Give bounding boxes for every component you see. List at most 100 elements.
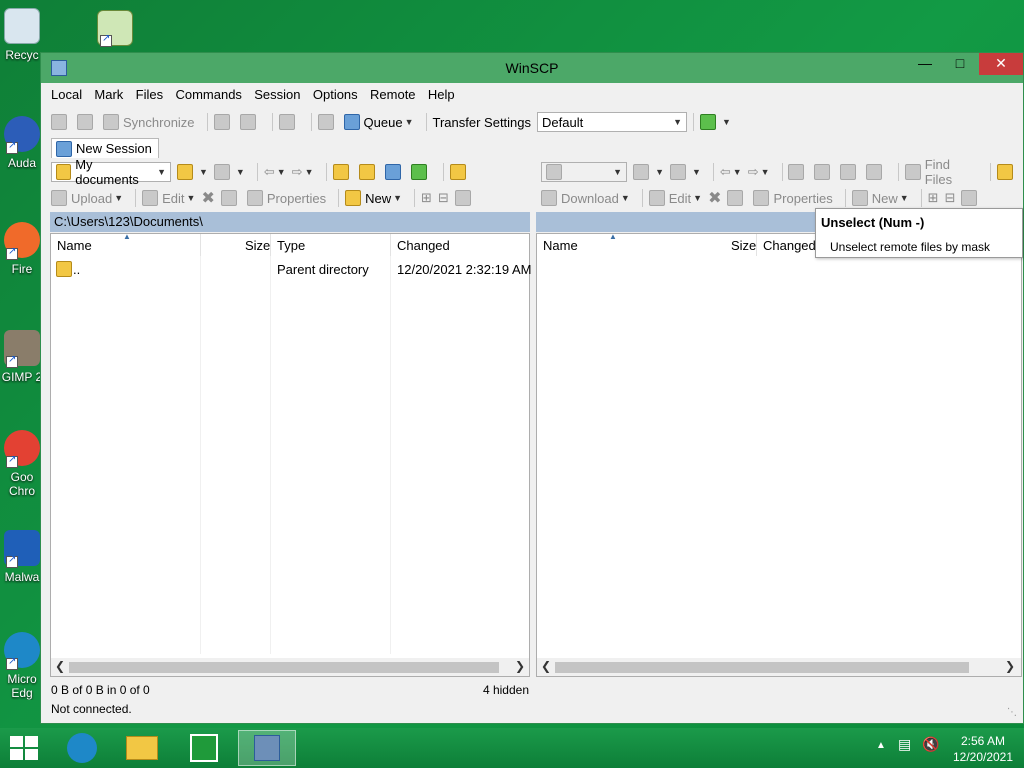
desktop-icon-malwarebytes[interactable]: Malwa xyxy=(0,530,44,584)
taskbar-winscp[interactable] xyxy=(238,730,296,766)
remote-tree-button[interactable] xyxy=(997,164,1017,180)
back-button[interactable]: ⇦ ▼ xyxy=(264,164,286,180)
refresh-button[interactable] xyxy=(410,164,431,180)
remote-col-size[interactable]: Size xyxy=(731,238,756,253)
menu-session[interactable]: Session xyxy=(254,87,300,102)
properties-button[interactable]: Properties xyxy=(246,190,326,206)
minimize-button[interactable]: — xyxy=(907,53,943,75)
scroll-left-icon[interactable]: ❮ xyxy=(55,659,65,673)
scroll-right-icon[interactable]: ❯ xyxy=(515,659,525,673)
remote-location-dropdown[interactable]: ▼ xyxy=(541,162,628,182)
hidden-count[interactable]: 4 hidden xyxy=(483,683,529,697)
transfer-settings-dropdown[interactable]: Default ▼ xyxy=(537,112,688,132)
taskbar-store[interactable] xyxy=(180,730,228,766)
queue-button[interactable]: Queue ▼ xyxy=(343,114,414,130)
parent-directory-button[interactable] xyxy=(332,164,353,180)
taskbar-file-explorer[interactable] xyxy=(118,730,166,766)
remote-col-name[interactable]: Name xyxy=(543,238,578,253)
menu-help[interactable]: Help xyxy=(428,87,455,102)
delete-button[interactable]: ✖ xyxy=(201,188,214,208)
scrollbar-thumb[interactable] xyxy=(69,662,499,673)
taskbar-edge[interactable] xyxy=(58,730,106,766)
close-button[interactable]: ✕ xyxy=(979,53,1023,75)
start-button[interactable] xyxy=(10,736,40,760)
menu-files[interactable]: Files xyxy=(136,87,163,102)
desktop-icon-firefox[interactable]: Fire xyxy=(0,222,44,276)
desktop-icon-chrome[interactable]: Goo Chro xyxy=(0,430,44,498)
remote-properties-button[interactable]: Properties xyxy=(753,190,833,206)
desktop-icon-notepad-plus[interactable] xyxy=(92,10,138,50)
maximize-button[interactable]: □ xyxy=(942,53,978,75)
tab-new-session[interactable]: New Session xyxy=(51,138,159,158)
scroll-left-icon[interactable]: ❮ xyxy=(541,659,551,673)
desktop-icon-recycle-bin[interactable]: Recyc xyxy=(0,8,44,62)
rename-button[interactable] xyxy=(220,190,241,206)
remote-file-panel[interactable]: Name ▲ Size Changed ❮ ❯ xyxy=(536,232,1022,677)
download-button[interactable]: Download ▼ xyxy=(541,190,630,206)
synchronize-button[interactable]: Synchronize xyxy=(103,114,195,130)
remote-forward-button[interactable]: ⇨ ▼ xyxy=(748,164,770,180)
remote-root-directory-button[interactable] xyxy=(814,164,834,180)
menu-options[interactable]: Options xyxy=(313,87,358,102)
desktop-icon-audacity[interactable]: Auda xyxy=(0,116,44,170)
remote-home-directory-button[interactable] xyxy=(840,164,860,180)
putty-button[interactable] xyxy=(239,114,260,130)
local-col-size[interactable]: Size xyxy=(245,238,270,253)
desktop-icon-gimp[interactable]: GIMP 2 xyxy=(0,330,44,384)
remote-filter-files-button[interactable] xyxy=(961,190,981,206)
edit-button[interactable]: Edit ▼ xyxy=(142,190,195,206)
remote-col-changed[interactable]: Changed xyxy=(763,238,816,253)
system-clock[interactable]: 2:56 AM 12/20/2021 xyxy=(948,733,1018,765)
remote-rename-button[interactable] xyxy=(727,190,747,206)
table-row[interactable]: .. Parent directory 12/20/2021 2:32:19 A… xyxy=(51,259,531,279)
remote-open-directory-button[interactable]: ▼ xyxy=(633,164,664,180)
remote-parent-directory-button[interactable] xyxy=(788,164,808,180)
select-files-button[interactable]: ⊞ xyxy=(421,190,432,206)
home-directory-button[interactable] xyxy=(384,164,405,180)
title-bar[interactable]: WinSCP — □ ✕ xyxy=(41,53,1023,83)
menu-local[interactable]: Local xyxy=(51,87,82,102)
remote-back-button[interactable]: ⇦ ▼ xyxy=(720,164,742,180)
desktop-icon-edge[interactable]: Micro Edg xyxy=(0,632,44,700)
local-horizontal-scrollbar[interactable]: ❮ ❯ xyxy=(51,658,529,676)
remote-select-files-button[interactable]: ⊞ xyxy=(928,190,939,206)
remote-refresh-button[interactable] xyxy=(866,164,886,180)
scrollbar-thumb[interactable] xyxy=(555,662,969,673)
local-file-panel[interactable]: Name ▲ Size Type Changed .. Parent direc… xyxy=(50,232,531,677)
remote-filter-button[interactable]: ▼ xyxy=(670,164,701,180)
local-path-bar[interactable]: C:\Users\123\Documents\ xyxy=(50,212,530,232)
new-button[interactable]: New ▼ xyxy=(345,190,402,206)
tree-button[interactable] xyxy=(449,164,470,180)
filter-files-button[interactable] xyxy=(454,190,475,206)
menu-commands[interactable]: Commands xyxy=(175,87,241,102)
volume-muted-icon[interactable]: 🔇 xyxy=(922,736,939,753)
preferences-button[interactable] xyxy=(317,114,338,130)
scroll-right-icon[interactable]: ❯ xyxy=(1005,659,1015,673)
remote-unselect-files-button[interactable]: ⊟ xyxy=(945,190,956,206)
resize-grip-icon[interactable]: ⋱ xyxy=(1007,707,1017,718)
open-directory-button[interactable]: ▼ xyxy=(177,164,208,180)
compare-directories-button[interactable] xyxy=(51,114,71,130)
remote-delete-button[interactable]: ✖ xyxy=(708,188,721,208)
local-col-name[interactable]: Name xyxy=(57,238,92,253)
local-col-type[interactable]: Type xyxy=(277,238,305,253)
open-terminal-button[interactable] xyxy=(213,114,234,130)
remote-edit-button[interactable]: Edit ▼ xyxy=(648,190,702,206)
menu-mark[interactable]: Mark xyxy=(94,87,123,102)
network-icon[interactable]: ▤ xyxy=(898,736,911,753)
local-location-dropdown[interactable]: My documents ▼ xyxy=(51,157,171,187)
find-files-button[interactable]: Find Files xyxy=(905,157,978,187)
menu-remote[interactable]: Remote xyxy=(370,87,416,102)
unselect-files-button[interactable]: ⊟ xyxy=(438,190,449,206)
root-directory-button[interactable] xyxy=(358,164,379,180)
transfer-presets-button[interactable]: ▼ xyxy=(700,114,731,130)
upload-button[interactable]: Upload ▼ xyxy=(51,190,123,206)
forward-button[interactable]: ⇨ ▼ xyxy=(292,164,314,180)
show-hidden-icons-icon[interactable]: ▲ xyxy=(876,740,886,751)
remote-new-button[interactable]: New ▼ xyxy=(851,190,909,206)
keep-up-to-date-button[interactable] xyxy=(77,114,97,130)
filter-button[interactable]: ▼ xyxy=(213,164,245,180)
remote-horizontal-scrollbar[interactable]: ❮ ❯ xyxy=(537,658,1021,676)
local-col-changed[interactable]: Changed xyxy=(397,238,450,253)
session-options-button[interactable] xyxy=(278,114,299,130)
